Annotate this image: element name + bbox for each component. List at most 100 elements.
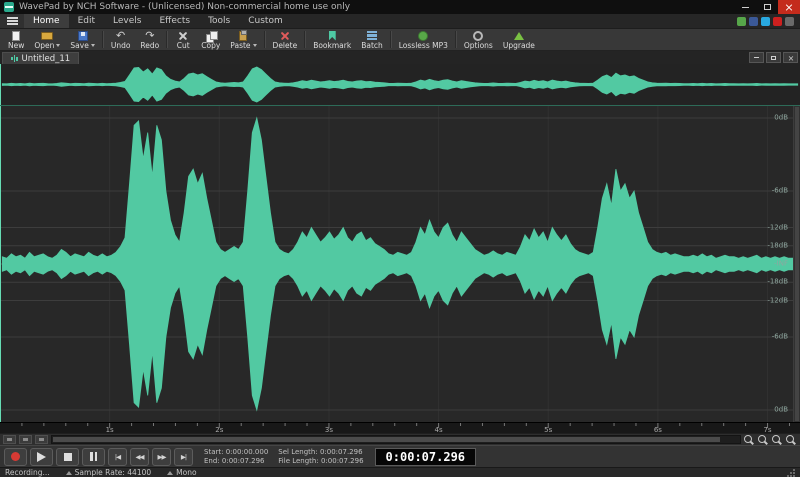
menu-bar: Home Edit Levels Effects Tools Custom xyxy=(0,14,800,29)
options-label: Options xyxy=(464,42,493,50)
upgrade-label: Upgrade xyxy=(503,42,535,50)
batch-button[interactable]: Batch xyxy=(356,29,388,50)
bottom-tool-icon[interactable] xyxy=(3,435,16,444)
minimize-button[interactable] xyxy=(734,0,756,14)
rewind-button[interactable]: ◀◀ xyxy=(130,448,149,466)
save-button[interactable]: Save xyxy=(65,29,99,50)
waveform-main[interactable]: 0dB-6dB-12dB-18dB-INF-18dB-12dB-6dB0dB xyxy=(0,106,800,422)
status-bar: Recording... Sample Rate: 44100 Mono xyxy=(0,467,800,477)
stop-icon xyxy=(64,453,72,461)
fast-forward-icon: ▶▶ xyxy=(158,453,166,461)
document-tab-bar: Untitled_11 xyxy=(0,51,800,64)
menu-hamburger-button[interactable] xyxy=(0,14,24,28)
toolbar-separator xyxy=(102,31,104,48)
vertical-scrollbar[interactable] xyxy=(793,106,800,422)
copy-button[interactable]: Copy xyxy=(196,29,225,50)
batch-label: Batch xyxy=(361,42,383,50)
copy-label: Copy xyxy=(201,42,220,50)
mdi-minimize-button[interactable] xyxy=(749,52,764,63)
new-button[interactable]: New xyxy=(3,29,29,50)
ruler-tick-label: 4s xyxy=(435,426,443,434)
bookmark-label: Bookmark xyxy=(313,42,351,50)
ruler-tick-label: 5s xyxy=(544,426,552,434)
tab-custom[interactable]: Custom xyxy=(239,14,291,28)
upgrade-button[interactable]: Upgrade xyxy=(498,29,540,50)
bookmark-button[interactable]: Bookmark xyxy=(308,29,356,50)
zoom-full-icon[interactable] xyxy=(786,435,797,445)
zoom-out-icon[interactable] xyxy=(758,435,769,445)
new-icon xyxy=(12,31,20,41)
file-length-value: 0:00:07.296 xyxy=(321,457,364,465)
length-times: Sel Length: 0:00:07.296 File Length: 0:0… xyxy=(278,448,363,466)
paste-button[interactable]: Paste xyxy=(225,29,261,50)
bottom-tool-icon[interactable] xyxy=(19,435,32,444)
redo-icon: ↷ xyxy=(145,31,154,41)
lossless-mp3-button[interactable]: Lossless MP3 xyxy=(394,29,453,50)
document-tab-label: Untitled_11 xyxy=(22,54,71,64)
toolbar-separator xyxy=(390,31,392,48)
playback-cursor[interactable] xyxy=(0,64,1,105)
cut-button[interactable]: Cut xyxy=(170,29,196,50)
play-icon xyxy=(37,452,46,462)
horizontal-scrollbar[interactable] xyxy=(51,435,741,444)
record-icon xyxy=(11,452,20,461)
sel-length-label: Sel Length: xyxy=(278,448,317,456)
nch-icon[interactable] xyxy=(737,17,746,26)
bookmark-icon xyxy=(329,31,336,41)
tab-edit[interactable]: Edit xyxy=(69,14,104,28)
mdi-restore-button[interactable] xyxy=(766,52,781,63)
stop-button[interactable] xyxy=(56,448,79,466)
youtube-icon[interactable] xyxy=(773,17,782,26)
maximize-icon xyxy=(764,4,771,10)
horizontal-scrollbar-thumb[interactable] xyxy=(53,437,720,442)
vertical-scrollbar-thumb[interactable] xyxy=(795,107,799,421)
sample-rate-status[interactable]: Sample Rate: 44100 xyxy=(66,468,151,477)
close-icon xyxy=(785,3,793,11)
tab-home[interactable]: Home xyxy=(24,14,69,28)
window-controls xyxy=(734,0,800,14)
channels-status[interactable]: Mono xyxy=(167,468,196,477)
start-value: 0:00:00.000 xyxy=(226,448,269,456)
playback-cursor[interactable] xyxy=(0,106,1,422)
redo-button[interactable]: ↷ Redo xyxy=(135,29,164,50)
tab-effects[interactable]: Effects xyxy=(150,14,199,28)
mdi-window-controls xyxy=(749,52,798,64)
twitter-icon[interactable] xyxy=(761,17,770,26)
undo-button[interactable]: ↶ Undo xyxy=(106,29,136,50)
cut-label: Cut xyxy=(177,42,190,50)
mdi-close-button[interactable] xyxy=(783,52,798,63)
waveform-shape xyxy=(2,67,797,102)
tab-levels[interactable]: Levels xyxy=(104,14,150,28)
pause-button[interactable] xyxy=(82,448,105,466)
facebook-icon[interactable] xyxy=(749,17,758,26)
waveform-overview[interactable] xyxy=(0,64,800,106)
zoom-in-icon[interactable] xyxy=(744,435,755,445)
zoom-selection-icon[interactable] xyxy=(772,435,783,445)
close-button[interactable] xyxy=(778,0,800,14)
bottom-tool-icon[interactable] xyxy=(35,435,48,444)
play-button[interactable] xyxy=(30,448,53,466)
record-button[interactable] xyxy=(4,448,27,466)
chevron-down-icon xyxy=(91,44,95,47)
go-to-start-button[interactable]: |◀ xyxy=(108,448,127,466)
go-to-end-button[interactable]: ▶| xyxy=(174,448,193,466)
cut-icon xyxy=(178,31,188,41)
time-ruler[interactable]: 1s2s3s4s5s6s7s xyxy=(0,422,800,433)
delete-button[interactable]: Delete xyxy=(268,29,303,50)
transport-spacer xyxy=(479,448,796,466)
options-button[interactable]: Options xyxy=(459,29,498,50)
tab-tools[interactable]: Tools xyxy=(199,14,239,28)
overviewWave-canvas xyxy=(0,64,800,105)
fast-forward-button[interactable]: ▶▶ xyxy=(152,448,171,466)
minimize-icon xyxy=(754,57,759,58)
mainWave-canvas xyxy=(0,106,800,422)
help-icon[interactable] xyxy=(785,17,794,26)
minimize-icon xyxy=(742,7,749,8)
document-tab[interactable]: Untitled_11 xyxy=(2,52,79,64)
paste-icon xyxy=(239,31,247,41)
ruler-tick-label: 3s xyxy=(325,426,333,434)
resize-grip-icon[interactable] xyxy=(787,469,795,477)
file-length-label: File Length: xyxy=(278,457,318,465)
maximize-button[interactable] xyxy=(756,0,778,14)
open-button[interactable]: Open xyxy=(29,29,65,50)
